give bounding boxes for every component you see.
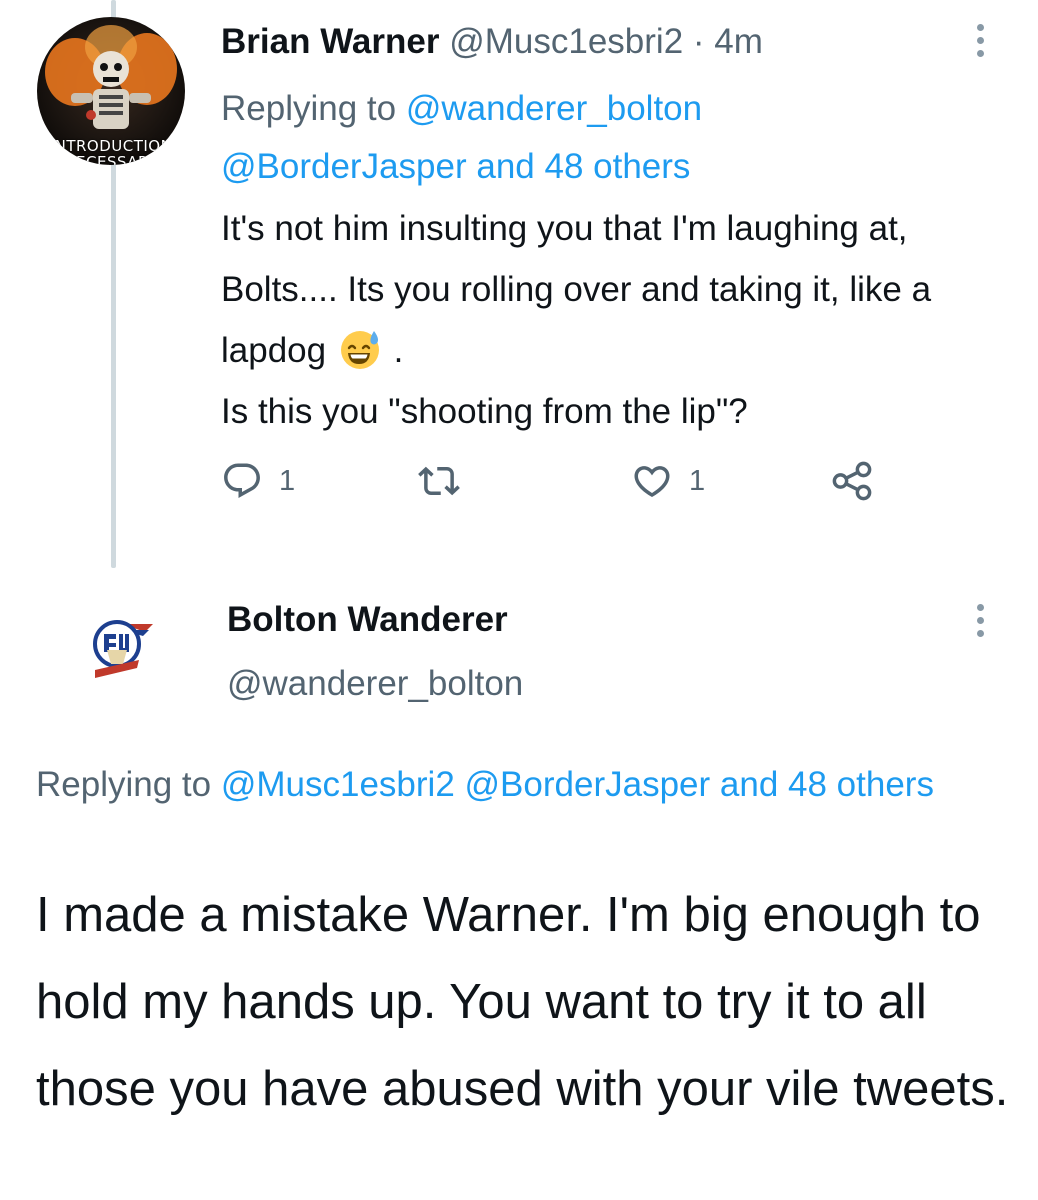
replying-to-prefix: Replying to <box>221 89 397 128</box>
avatar-caption-line-1: INTRODUCTION <box>49 137 173 155</box>
tweet-header: Brian Warner @Musc1esbri2 · 4m <box>221 20 763 64</box>
author-handle[interactable]: @wanderer_bolton <box>227 662 523 706</box>
share-button[interactable] <box>829 455 875 507</box>
tweet-text-part: Is this you "shooting from the lip"? <box>221 392 748 431</box>
tweet-text: I made a mistake Warner. I'm big enough … <box>36 888 1009 1116</box>
share-icon <box>832 461 872 501</box>
tweet-action-bar: 1 1 <box>221 455 901 507</box>
avatar[interactable] <box>37 590 185 738</box>
tweet-text-part: It's not him insulting you that I'm laug… <box>221 209 932 370</box>
mention-link[interactable]: @BorderJasper <box>465 765 711 804</box>
mention-link[interactable]: @wanderer_bolton <box>406 89 702 128</box>
like-count: 1 <box>689 464 706 497</box>
mention-link[interactable]: @BorderJasper <box>221 147 467 186</box>
author-name[interactable]: Brian Warner <box>221 22 439 61</box>
retweet-icon <box>418 466 460 496</box>
tweet-timestamp[interactable]: 4m <box>714 22 763 61</box>
avatar[interactable]: INTRODUCTION NECESSARY <box>37 17 185 165</box>
like-button[interactable]: 1 <box>631 455 705 507</box>
avatar-caption-line-2: NECESSARY <box>64 153 158 165</box>
others-link[interactable]: and 48 others <box>476 147 690 186</box>
emoji-grinning-sweat-icon <box>340 331 379 369</box>
replying-to-line: Replying to @wanderer_bolton @BorderJasp… <box>221 80 1001 196</box>
tweet-text: It's not him insulting you that I'm laug… <box>221 198 1001 442</box>
reply-icon <box>224 463 260 498</box>
author-handle[interactable]: @Musc1esbri2 <box>449 22 683 61</box>
tweet-text-part: . <box>393 331 404 370</box>
more-options-icon[interactable] <box>970 24 990 57</box>
reply-button[interactable]: 1 <box>221 455 295 507</box>
replying-to-line: Replying to @Musc1esbri2 @BorderJasper a… <box>36 757 996 813</box>
club-crest-icon <box>93 620 153 678</box>
author-name[interactable]: Bolton Wanderer <box>227 598 508 642</box>
reply-count: 1 <box>279 464 296 497</box>
like-icon <box>634 466 670 498</box>
more-options-icon[interactable] <box>970 604 990 637</box>
mention-link[interactable]: @Musc1esbri2 <box>221 765 455 804</box>
replying-to-prefix: Replying to <box>36 765 212 804</box>
header-separator: · <box>692 22 705 61</box>
retweet-button[interactable] <box>418 455 476 507</box>
others-link[interactable]: and 48 others <box>720 765 934 804</box>
